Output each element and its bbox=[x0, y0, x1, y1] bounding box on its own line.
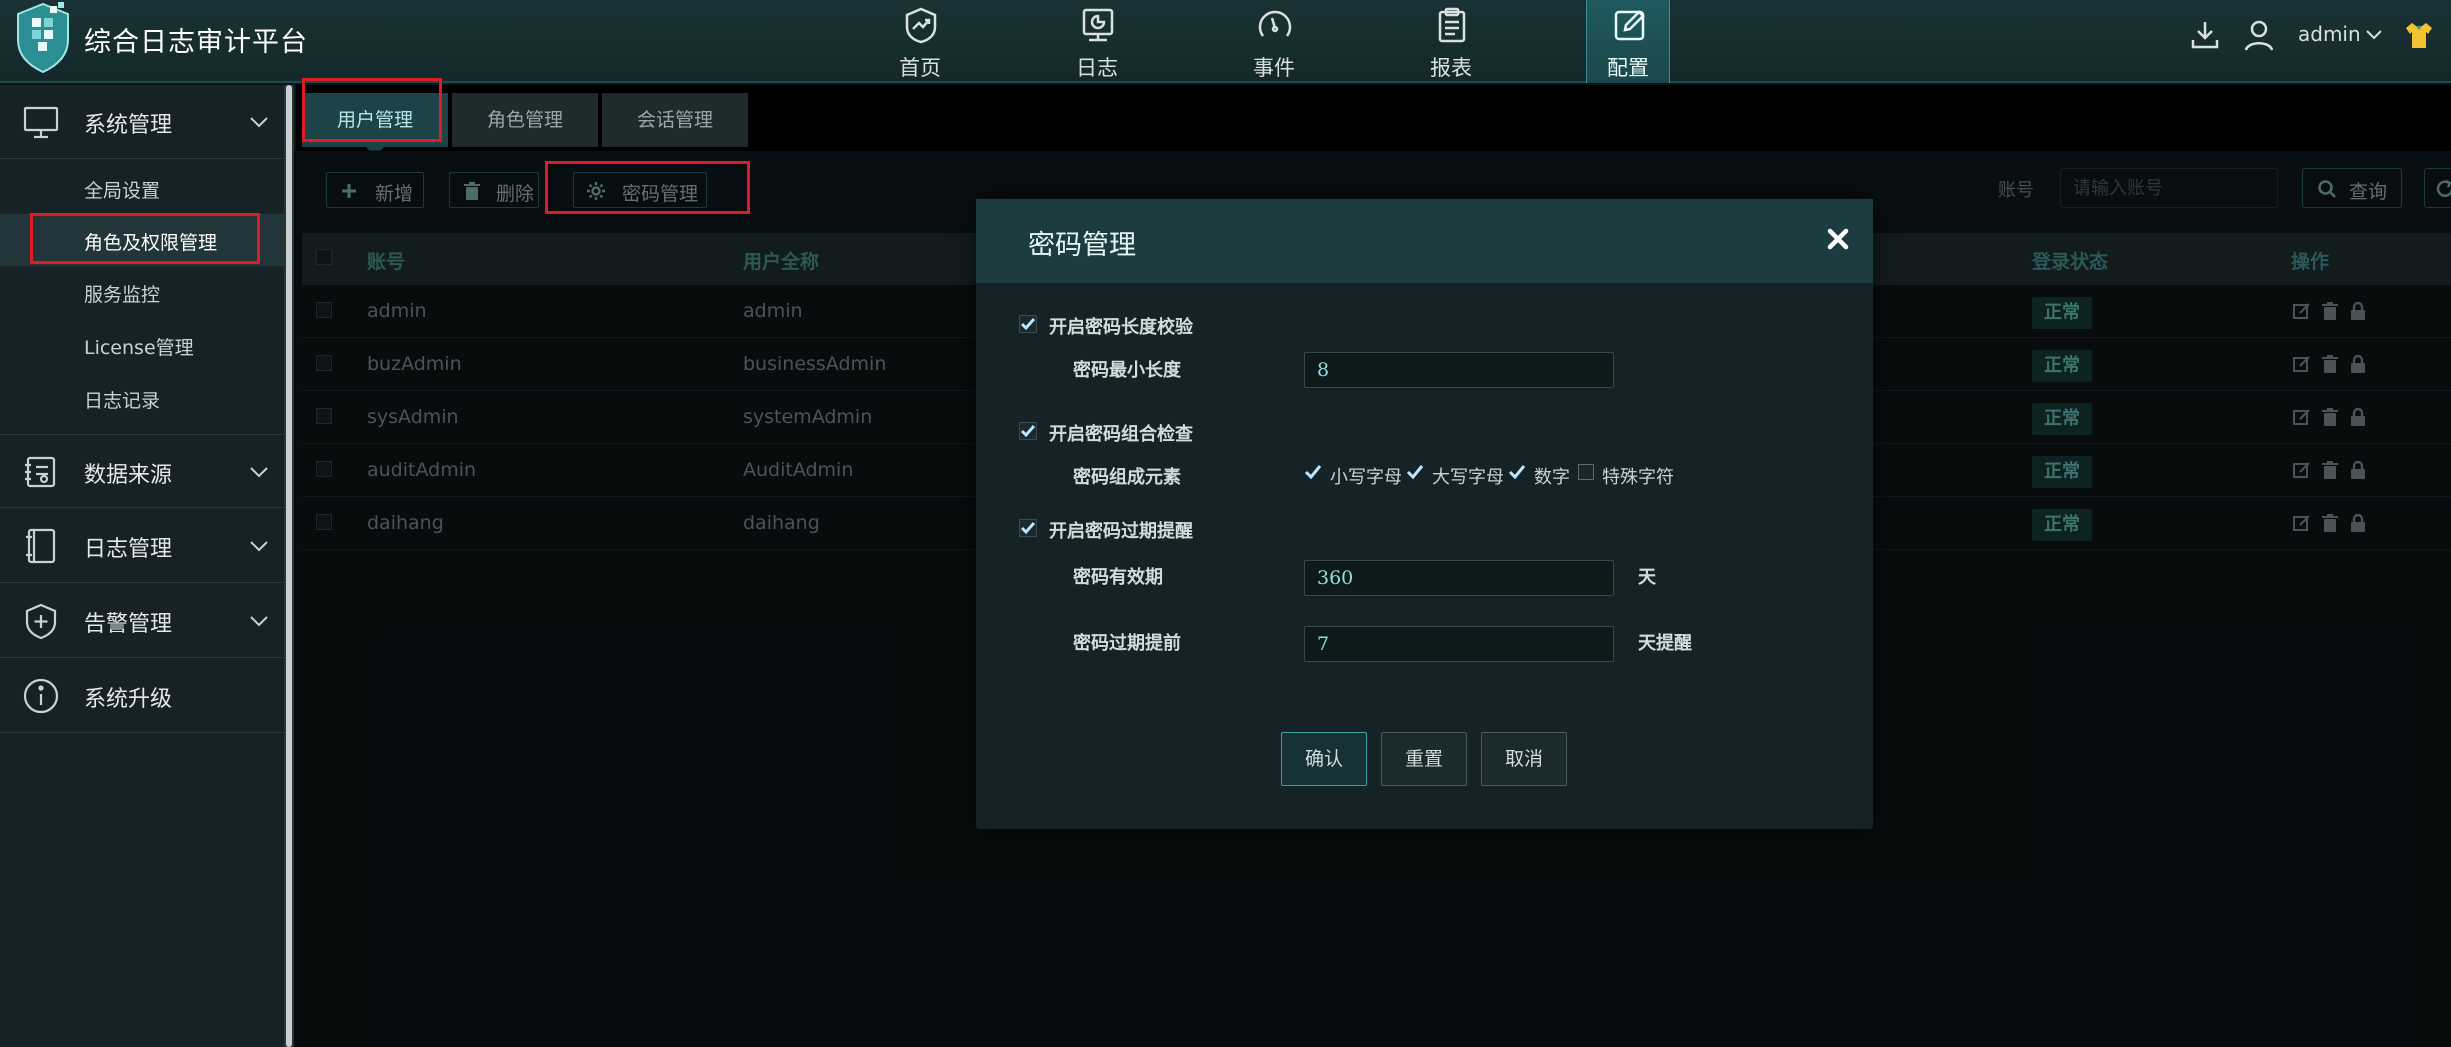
dialog-header: 密码管理 bbox=[976, 199, 1873, 283]
uppercase-checkbox[interactable] bbox=[1406, 463, 1424, 481]
sidebar-item-log-records[interactable]: 日志记录 bbox=[0, 372, 284, 424]
special-char-label: 特殊字符 bbox=[1602, 467, 1674, 488]
notebook-icon bbox=[26, 528, 56, 564]
sidebar-group-label: 系统管理 bbox=[84, 113, 173, 138]
password-management-dialog: 密码管理 开启密码长度校验 密码最小长度 开启密码组合检查 密码组成元素 小写字… bbox=[976, 199, 1873, 829]
chevron-down-icon bbox=[250, 117, 268, 128]
validity-label: 密码有效期 bbox=[1073, 567, 1163, 588]
nav-event-label: 事件 bbox=[1253, 56, 1295, 80]
tab-user-management[interactable]: 用户管理 bbox=[302, 93, 448, 157]
sidebar-item-global-settings[interactable]: 全局设置 bbox=[0, 162, 284, 214]
close-icon[interactable] bbox=[1824, 225, 1852, 253]
user-name[interactable]: admin bbox=[2298, 22, 2361, 46]
digit-checkbox[interactable] bbox=[1508, 463, 1526, 481]
sidebar-group-label: 系统升级 bbox=[84, 687, 173, 712]
tab-role-management[interactable]: 角色管理 bbox=[452, 93, 598, 147]
sidebar-scrollbar[interactable] bbox=[284, 85, 294, 1047]
scrollbar-thumb[interactable] bbox=[286, 85, 292, 1047]
nav-report-label: 报表 bbox=[1430, 56, 1472, 80]
top-bar: 综合日志审计平台 首页 日志 事件 报表 配置 admin bbox=[0, 0, 2451, 83]
dialog-title: 密码管理 bbox=[1028, 230, 1136, 261]
sidebar-item-label: License管理 bbox=[84, 337, 194, 359]
sidebar-group-upgrade[interactable]: 系统升级 bbox=[0, 659, 284, 733]
sidebar-item-label: 日志记录 bbox=[84, 390, 161, 412]
sidebar-group-log-management[interactable]: 日志管理 bbox=[0, 509, 284, 583]
expiry-check-label: 开启密码过期提醒 bbox=[1049, 521, 1193, 542]
sidebar-group-system[interactable]: 系统管理 bbox=[0, 85, 284, 159]
nav-log[interactable]: 日志 bbox=[1055, 0, 1139, 83]
validity-input[interactable] bbox=[1304, 560, 1614, 596]
sidebar-item-label: 全局设置 bbox=[84, 180, 161, 202]
advance-input[interactable] bbox=[1304, 626, 1614, 662]
min-length-input[interactable] bbox=[1304, 352, 1614, 388]
gauge-icon bbox=[1258, 10, 1292, 37]
app-title: 综合日志审计平台 bbox=[84, 27, 308, 58]
sidebar-item-license[interactable]: License管理 bbox=[0, 319, 284, 371]
edit-config-icon bbox=[1614, 10, 1645, 41]
sidebar-group-alarm[interactable]: 告警管理 bbox=[0, 584, 284, 658]
lowercase-checkbox[interactable] bbox=[1304, 463, 1322, 481]
min-length-label: 密码最小长度 bbox=[1073, 360, 1181, 381]
nav-home-label: 首页 bbox=[899, 56, 941, 80]
sidebar-group-label: 数据来源 bbox=[84, 463, 173, 488]
length-check-label: 开启密码长度校验 bbox=[1049, 317, 1193, 338]
logo-icon bbox=[17, 2, 69, 74]
nav-report[interactable]: 报表 bbox=[1409, 0, 1493, 83]
advance-label: 密码过期提前 bbox=[1073, 633, 1181, 654]
sidebar-group-label: 日志管理 bbox=[84, 537, 173, 562]
sidebar: 系统管理 全局设置 角色及权限管理 服务监控 License管理 日志记录 数据… bbox=[0, 85, 284, 1047]
sidebar-item-service-monitor[interactable]: 服务监控 bbox=[0, 266, 284, 318]
combo-check-checkbox[interactable] bbox=[1019, 422, 1037, 440]
combo-elements-label: 密码组成元素 bbox=[1073, 467, 1181, 488]
shield-plus-icon bbox=[25, 603, 57, 640]
advance-unit: 天提醒 bbox=[1638, 633, 1692, 654]
monitor-icon bbox=[23, 106, 59, 139]
download-icon[interactable] bbox=[2188, 18, 2222, 52]
confirm-button[interactable]: 确认 bbox=[1281, 732, 1367, 786]
lowercase-label: 小写字母 bbox=[1330, 467, 1402, 488]
sidebar-item-role-permission[interactable]: 角色及权限管理 bbox=[0, 214, 284, 266]
theme-shirt-icon[interactable] bbox=[2402, 18, 2436, 52]
special-char-checkbox[interactable] bbox=[1578, 464, 1594, 480]
sidebar-item-label: 角色及权限管理 bbox=[84, 232, 218, 254]
expiry-check-checkbox[interactable] bbox=[1019, 519, 1037, 537]
length-check-checkbox[interactable] bbox=[1019, 315, 1037, 333]
nav-config[interactable]: 配置 bbox=[1586, 0, 1670, 83]
chevron-down-icon[interactable] bbox=[2364, 24, 2384, 44]
digit-label: 数字 bbox=[1534, 467, 1570, 488]
combo-check-label: 开启密码组合检查 bbox=[1049, 424, 1193, 445]
nav-log-label: 日志 bbox=[1076, 56, 1118, 80]
data-source-icon bbox=[25, 456, 56, 488]
nav-event[interactable]: 事件 bbox=[1232, 0, 1316, 83]
sidebar-group-data-source[interactable]: 数据来源 bbox=[0, 434, 284, 508]
nav-config-label: 配置 bbox=[1607, 56, 1649, 80]
uppercase-label: 大写字母 bbox=[1432, 467, 1504, 488]
validity-unit: 天 bbox=[1638, 567, 1656, 588]
chevron-down-icon bbox=[250, 541, 268, 552]
sidebar-item-label: 服务监控 bbox=[84, 284, 161, 306]
clipboard-icon bbox=[1438, 7, 1466, 43]
chevron-down-icon bbox=[250, 616, 268, 627]
nav-home[interactable]: 首页 bbox=[878, 0, 962, 83]
cancel-button[interactable]: 取消 bbox=[1481, 732, 1567, 786]
chevron-down-icon bbox=[250, 467, 268, 478]
user-icon[interactable] bbox=[2242, 18, 2276, 52]
tab-session-management[interactable]: 会话管理 bbox=[602, 93, 748, 147]
sidebar-group-label: 告警管理 bbox=[84, 612, 173, 637]
home-chart-icon bbox=[905, 7, 937, 44]
tab-bar: 用户管理 角色管理 会话管理 bbox=[296, 85, 2451, 157]
log-monitor-icon bbox=[1082, 8, 1114, 42]
reset-button[interactable]: 重置 bbox=[1381, 732, 1467, 786]
info-icon bbox=[23, 678, 59, 714]
